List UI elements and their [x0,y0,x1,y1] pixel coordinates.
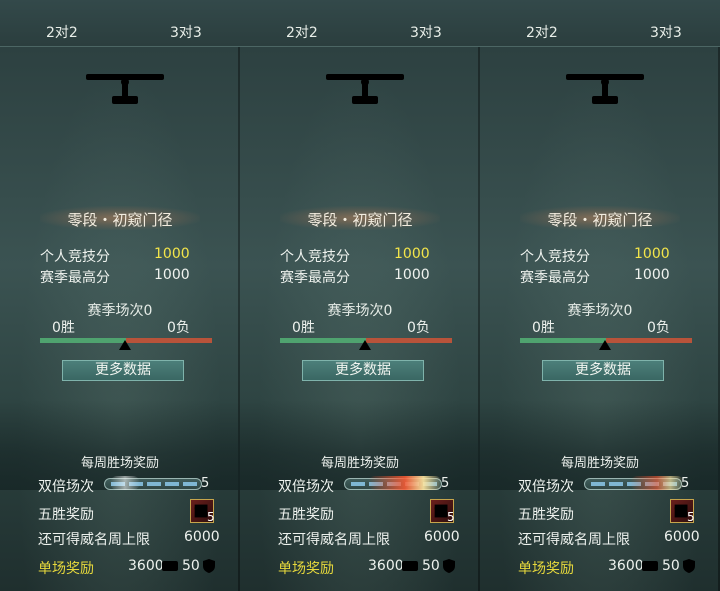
season-matches: 赛季场次0 [567,303,633,319]
score-label: 个人竞技分 [520,249,590,265]
coin-currency-icon [162,561,178,571]
score-value: 1000 [634,246,670,262]
tab-2v2[interactable]: 2对2 [46,22,78,42]
prestige-shield-icon [683,559,695,573]
win-segment [280,338,366,343]
more-data-button[interactable]: 更多数据 [542,360,664,381]
tab-3v3[interactable]: 3对3 [410,22,442,42]
prestige-reward-value: 50 [662,558,680,574]
progress-pip [591,482,605,486]
losses-count: 0负 [407,320,430,336]
five-win-reward-label: 五胜奖励 [38,507,94,523]
arena-panel: 2对2 3对3 零段・初窥门径 个人竞技分 1000 赛季最高分 1000 赛季… [240,0,480,591]
arena-panel: 2对2 3对3 零段・初窥门径 个人竞技分 1000 赛季最高分 1000 赛季… [480,0,720,591]
progress-pip [165,482,179,486]
rank-title: 零段・初窥门径 [307,211,413,229]
double-matches-label: 双倍场次 [38,479,94,495]
weekly-reward-title: 每周胜场奖励 [320,456,399,471]
rank-title: 零段・初窥门径 [67,211,173,229]
loss-segment [606,338,692,343]
rank-banner-sword-icon [86,74,164,104]
progress-effect [110,476,140,490]
losses-count: 0负 [167,320,190,336]
double-matches-label: 双倍场次 [518,479,574,495]
tab-3v3[interactable]: 3对3 [170,22,202,42]
chest-count: 5 [687,510,695,524]
best-score-value: 1000 [634,267,670,283]
score-value: 1000 [394,246,430,262]
wins-count: 0胜 [52,320,75,336]
weekly-cap-label: 还可得威名周上限 [278,532,390,548]
coin-currency-icon [402,561,418,571]
ratio-marker-icon [599,340,611,350]
tab-2v2[interactable]: 2对2 [286,22,318,42]
loss-segment [126,338,212,343]
double-matches-count: 5 [681,476,690,491]
rank-banner-sword-icon [566,74,644,104]
best-score-label: 赛季最高分 [520,270,590,286]
losses-count: 0负 [647,320,670,336]
double-matches-count: 5 [441,476,450,491]
weekly-cap-label: 还可得威名周上限 [38,532,150,548]
weekly-cap-value: 6000 [184,529,220,545]
single-match-reward-label: 单场奖励 [518,561,574,577]
prestige-reward-value: 50 [182,558,200,574]
ratio-marker-icon [359,340,371,350]
coin-reward-value: 3600 [608,558,644,574]
season-matches: 赛季场次0 [87,303,153,319]
chest-count: 5 [207,510,215,524]
loss-segment [366,338,452,343]
score-value: 1000 [154,246,190,262]
progress-effect [630,476,684,490]
score-label: 个人竞技分 [40,249,110,265]
best-score-value: 1000 [394,267,430,283]
progress-effect [368,476,442,490]
progress-pip [183,482,197,486]
weekly-cap-value: 6000 [664,529,700,545]
weekly-cap-value: 6000 [424,529,460,545]
win-segment [520,338,606,343]
coin-reward-value: 3600 [128,558,164,574]
prestige-shield-icon [203,559,215,573]
coin-currency-icon [642,561,658,571]
wins-count: 0胜 [292,320,315,336]
single-match-reward-label: 单场奖励 [278,561,334,577]
weekly-reward-title: 每周胜场奖励 [80,456,159,471]
weekly-reward-title: 每周胜场奖励 [560,456,639,471]
mode-tabs: 2对2 3对3 [480,0,720,47]
rank-banner-sword-icon [326,74,404,104]
double-matches-label: 双倍场次 [278,479,334,495]
best-score-label: 赛季最高分 [40,270,110,286]
win-segment [40,338,126,343]
best-score-label: 赛季最高分 [280,270,350,286]
more-data-button[interactable]: 更多数据 [302,360,424,381]
tab-2v2[interactable]: 2对2 [526,22,558,42]
progress-pip [351,482,365,486]
coin-reward-value: 3600 [368,558,404,574]
more-data-button[interactable]: 更多数据 [62,360,184,381]
best-score-value: 1000 [154,267,190,283]
season-matches: 赛季场次0 [327,303,393,319]
progress-pip [147,482,161,486]
score-label: 个人竞技分 [280,249,350,265]
single-match-reward-label: 单场奖励 [38,561,94,577]
ratio-marker-icon [119,340,131,350]
prestige-reward-value: 50 [422,558,440,574]
tab-3v3[interactable]: 3对3 [650,22,682,42]
double-matches-count: 5 [201,476,210,491]
weekly-cap-label: 还可得威名周上限 [518,532,630,548]
chest-count: 5 [447,510,455,524]
five-win-reward-label: 五胜奖励 [278,507,334,523]
mode-tabs: 2对2 3对3 [240,0,480,47]
rank-title: 零段・初窥门径 [547,211,653,229]
mode-tabs: 2对2 3对3 [0,0,240,47]
wins-count: 0胜 [532,320,555,336]
progress-pip [609,482,623,486]
arena-panel: 2对2 3对3 零段・初窥门径 个人竞技分 1000 赛季最高分 1000 赛季… [0,0,240,591]
five-win-reward-label: 五胜奖励 [518,507,574,523]
prestige-shield-icon [443,559,455,573]
